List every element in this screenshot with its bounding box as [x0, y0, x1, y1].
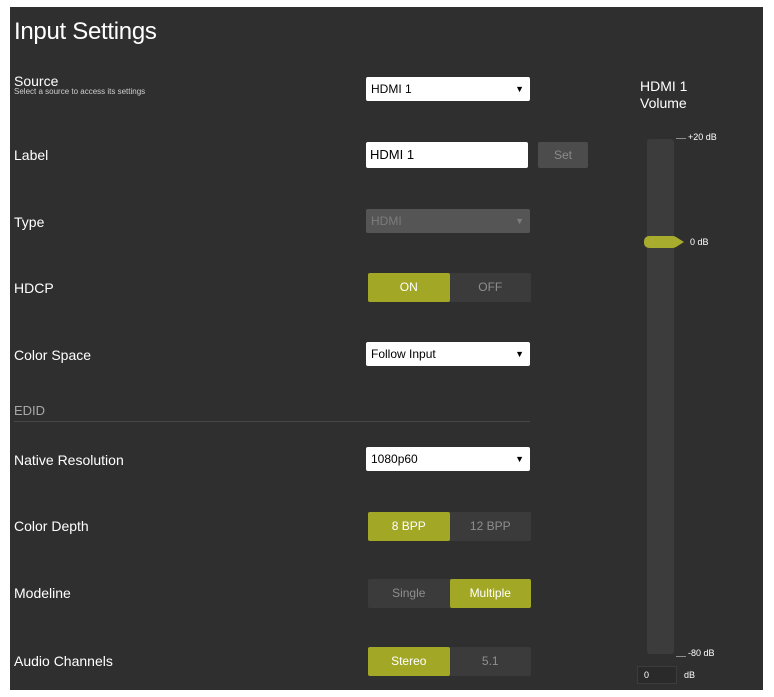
hdcp-label: HDCP	[14, 280, 54, 296]
hdcp-off-button[interactable]: OFF	[450, 273, 532, 302]
volume-title: HDMI 1 Volume	[640, 78, 687, 112]
volume-min-tick	[676, 656, 686, 657]
hdcp-on-button[interactable]: ON	[368, 273, 450, 302]
audio-5-1-button[interactable]: 5.1	[450, 647, 532, 676]
modeline-multiple-button[interactable]: Multiple	[449, 579, 531, 608]
volume-value-input[interactable]: 0	[637, 666, 677, 684]
edid-section-heading: EDID	[14, 403, 46, 418]
type-select-value: HDMI	[371, 214, 402, 228]
volume-value: 0	[644, 670, 650, 680]
color-space-select-value: Follow Input	[371, 347, 436, 361]
color-space-label: Color Space	[14, 347, 92, 363]
volume-max-tick	[676, 138, 686, 139]
modeline-toggle: Single Multiple	[368, 579, 531, 608]
color-depth-label: Color Depth	[14, 518, 89, 534]
label-input[interactable]: HDMI 1	[366, 142, 528, 168]
audio-channels-label: Audio Channels	[14, 653, 113, 669]
color-depth-8bpp-button[interactable]: 8 BPP	[368, 512, 450, 541]
label-label: Label	[14, 147, 49, 163]
modeline-label: Modeline	[14, 585, 71, 601]
audio-channels-toggle: Stereo 5.1	[368, 647, 531, 676]
color-depth-12bpp-button[interactable]: 12 BPP	[450, 512, 532, 541]
native-resolution-select[interactable]: 1080p60 ▼	[366, 447, 530, 471]
color-space-select[interactable]: Follow Input ▼	[366, 342, 530, 366]
chevron-down-icon: ▼	[515, 349, 524, 359]
hdcp-toggle: ON OFF	[368, 273, 531, 302]
volume-min-label: -80 dB	[688, 648, 715, 658]
label-input-value: HDMI 1	[370, 147, 415, 162]
native-resolution-value: 1080p60	[371, 452, 418, 466]
volume-unit: dB	[684, 670, 696, 680]
volume-handle-pointer	[676, 237, 684, 247]
type-select: HDMI ▼	[366, 209, 530, 233]
source-select[interactable]: HDMI 1 ▼	[366, 77, 530, 101]
page-title: Input Settings	[14, 18, 157, 45]
type-label: Type	[14, 214, 45, 230]
chevron-down-icon: ▼	[515, 84, 524, 94]
color-depth-toggle: 8 BPP 12 BPP	[368, 512, 531, 541]
set-button[interactable]: Set	[538, 142, 588, 168]
volume-slider-handle[interactable]	[644, 236, 678, 248]
chevron-down-icon: ▼	[515, 216, 524, 226]
volume-current-label: 0 dB	[690, 237, 709, 247]
volume-title-text: Volume	[640, 95, 687, 111]
source-select-value: HDMI 1	[371, 82, 412, 96]
audio-stereo-button[interactable]: Stereo	[368, 647, 450, 676]
chevron-down-icon: ▼	[515, 454, 524, 464]
modeline-single-button[interactable]: Single	[368, 579, 450, 608]
native-resolution-label: Native Resolution	[14, 452, 124, 468]
volume-slider-track[interactable]	[647, 139, 674, 654]
volume-title-source: HDMI 1	[640, 78, 688, 94]
edid-divider	[14, 421, 530, 422]
source-hint: Select a source to access its settings	[14, 87, 146, 96]
volume-max-label: +20 dB	[688, 132, 717, 142]
